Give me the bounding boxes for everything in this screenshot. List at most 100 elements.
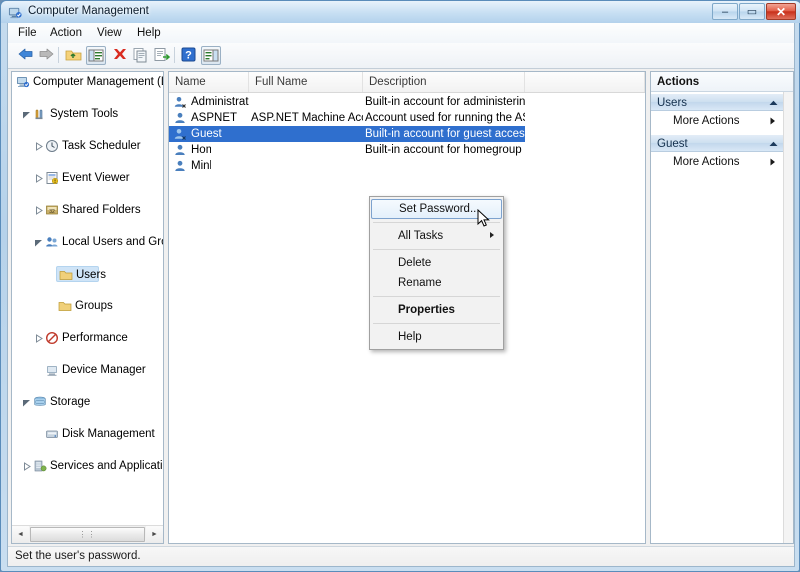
forward-arrow-icon[interactable] xyxy=(36,46,56,65)
expander-collapsed-icon[interactable] xyxy=(34,334,43,343)
column-header-blank[interactable] xyxy=(525,72,645,92)
toolbar: ? xyxy=(8,43,794,69)
actions-vertical-scrollbar[interactable] xyxy=(783,92,793,543)
tree-node-performance[interactable]: Performance xyxy=(12,330,163,346)
user-icon xyxy=(175,160,185,171)
tree-node-label: Storage xyxy=(50,396,91,408)
window-title: Computer Management xyxy=(28,5,149,17)
maximize-button[interactable]: ▭ xyxy=(739,3,765,20)
menu-help[interactable]: Help xyxy=(131,26,167,40)
table-row[interactable]: Administrator Built-in account for admin… xyxy=(169,94,645,110)
cell-full-name xyxy=(251,126,363,142)
submenu-arrow-icon xyxy=(770,117,775,125)
users-list-pane: Name Full Name Description Administrator… xyxy=(168,71,646,544)
tree-node-label: Users xyxy=(76,269,107,281)
context-menu-item-help[interactable]: Help xyxy=(371,327,502,347)
tree-node-local-users-and-groups[interactable]: Local Users and Groups xyxy=(12,234,163,250)
scroll-thumb[interactable]: ⋮⋮ xyxy=(30,527,145,542)
copy-icon[interactable] xyxy=(131,46,151,65)
folder-icon xyxy=(58,302,72,311)
performance-icon xyxy=(45,331,59,345)
table-row[interactable]: Mink xyxy=(169,158,645,174)
cell-name: Mink xyxy=(191,160,211,172)
export-list-icon[interactable] xyxy=(152,46,172,65)
expander-expanded-icon[interactable] xyxy=(34,238,43,247)
tree-node-system-tools[interactable]: System Tools xyxy=(12,106,163,122)
tree-node-label: Performance xyxy=(62,332,128,344)
action-item-more-actions-users[interactable]: More Actions xyxy=(651,112,785,130)
mouse-cursor xyxy=(477,209,490,227)
expander-expanded-icon[interactable] xyxy=(22,398,31,407)
tree-node-label: Services and Applications xyxy=(50,460,163,472)
expander-collapsed-icon[interactable] xyxy=(34,206,43,215)
table-row[interactable]: ASPNET ASP.NET Machine Acco... Account u… xyxy=(169,110,645,126)
client-area: File Action View Help ? Computer Managem… xyxy=(7,23,795,567)
context-menu-item-all-tasks[interactable]: All Tasks xyxy=(371,226,502,246)
context-menu-separator xyxy=(373,296,500,297)
device-manager-icon xyxy=(47,366,57,376)
actions-group-header-users[interactable]: Users xyxy=(651,93,785,111)
minimize-icon: – xyxy=(721,5,729,18)
table-row[interactable]: Hom Built-in account for homegroup a... xyxy=(169,142,645,158)
close-icon: ✕ xyxy=(775,4,787,19)
menu-view[interactable]: View xyxy=(91,26,128,40)
help-icon[interactable]: ? xyxy=(180,46,200,65)
table-row-selected[interactable]: Guest Built-in account for guest access … xyxy=(169,126,645,142)
collapse-chevron-icon[interactable] xyxy=(769,141,778,147)
context-menu-item-properties[interactable]: Properties xyxy=(371,300,502,320)
context-menu-item-delete[interactable]: Delete xyxy=(371,253,502,273)
svg-text:?: ? xyxy=(185,50,192,62)
delete-icon[interactable] xyxy=(110,46,130,65)
submenu-arrow-icon xyxy=(770,158,775,166)
back-arrow-icon[interactable] xyxy=(16,46,36,65)
tree-node-storage[interactable]: Storage xyxy=(12,394,163,410)
system-tools-icon xyxy=(35,109,43,120)
tree-node-users[interactable]: Users xyxy=(56,266,106,282)
scroll-left-arrow-icon[interactable]: ◄ xyxy=(12,526,29,543)
menu-action[interactable]: Action xyxy=(44,26,88,40)
scroll-right-arrow-icon[interactable]: ► xyxy=(146,526,163,543)
up-folder-icon[interactable] xyxy=(64,46,84,65)
storage-icon xyxy=(34,396,46,406)
tree-node-label: System Tools xyxy=(50,108,119,120)
menu-file[interactable]: File xyxy=(12,26,43,40)
expander-collapsed-icon[interactable] xyxy=(34,174,43,183)
tree-node-shared-folders[interactable]: 32 Shared Folders xyxy=(12,202,163,218)
status-bar: Set the user's password. xyxy=(8,546,794,566)
tree-horizontal-scrollbar[interactable]: ◄ ⋮⋮ ► xyxy=(12,525,163,543)
tree-node-services-and-applications[interactable]: Services and Applications xyxy=(12,458,163,474)
tree-node-task-scheduler[interactable]: Task Scheduler xyxy=(12,138,163,154)
submenu-arrow-icon xyxy=(490,232,494,238)
action-item-label: More Actions xyxy=(673,115,740,127)
cell-full-name: ASP.NET Machine Acco... xyxy=(251,112,363,124)
column-header-full-name[interactable]: Full Name xyxy=(249,72,363,92)
expander-collapsed-icon[interactable] xyxy=(22,462,31,471)
minimize-button[interactable]: – xyxy=(712,3,738,20)
tree-node-event-viewer[interactable]: Event Viewer xyxy=(12,170,163,186)
tree-node-label: Local Users and Groups xyxy=(62,236,163,248)
expander-expanded-icon[interactable] xyxy=(22,110,31,119)
disk-management-icon xyxy=(46,430,58,438)
context-menu-item-rename[interactable]: Rename xyxy=(371,273,502,293)
actions-group-header-guest[interactable]: Guest xyxy=(651,134,785,152)
action-item-more-actions-guest[interactable]: More Actions xyxy=(651,153,785,171)
collapse-chevron-icon[interactable] xyxy=(769,100,778,106)
tree-node-label: Computer Management (Local xyxy=(33,76,163,88)
show-hide-tree-icon[interactable] xyxy=(86,46,106,65)
tree-node-groups[interactable]: Groups xyxy=(12,298,163,314)
actions-group-label: Users xyxy=(657,97,688,109)
tree-node-label: Task Scheduler xyxy=(62,140,141,152)
context-menu-separator xyxy=(373,323,500,324)
column-header-name[interactable]: Name xyxy=(169,72,249,92)
close-button[interactable]: ✕ xyxy=(766,3,796,20)
tree-node-computer-management[interactable]: Computer Management (Local xyxy=(12,74,163,90)
tree-node-disk-management[interactable]: Disk Management xyxy=(12,426,163,442)
show-action-pane-icon[interactable] xyxy=(201,46,221,65)
tree-node-device-manager[interactable]: Device Manager xyxy=(12,362,163,378)
clock-icon xyxy=(46,140,58,152)
title-bar[interactable]: Computer Management – ▭ ✕ xyxy=(1,1,800,23)
shared-folders-icon: 32 xyxy=(46,205,58,215)
column-header-description[interactable]: Description xyxy=(363,72,525,92)
expander-collapsed-icon[interactable] xyxy=(34,142,43,151)
tree-node-label: Shared Folders xyxy=(62,204,141,216)
